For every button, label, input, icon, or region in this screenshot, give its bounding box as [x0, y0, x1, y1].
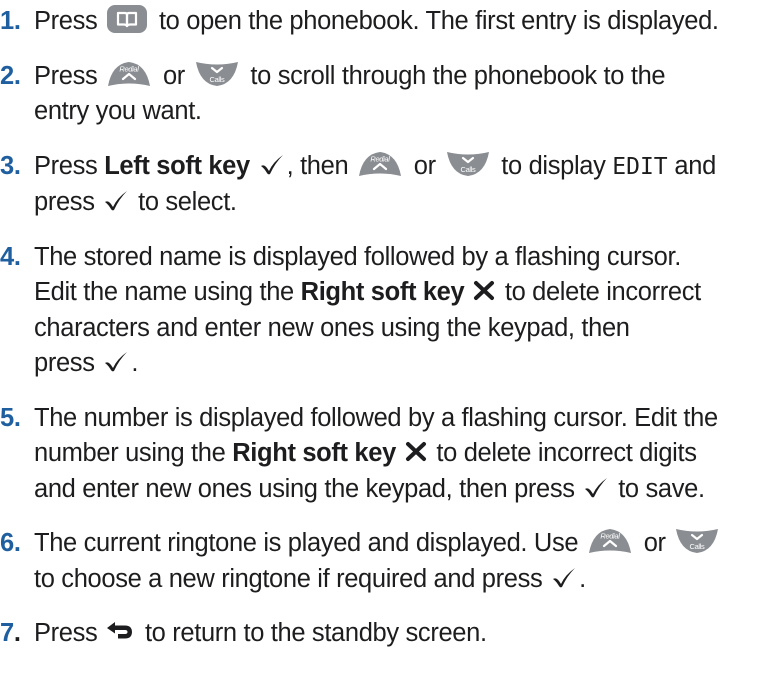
- step-text: to delete incorrect digits: [436, 439, 697, 467]
- step-2: 2. Press Redial or Calls to scroll throu…: [0, 59, 774, 130]
- redial-up-key-icon: Redial: [357, 149, 403, 179]
- check-icon: [583, 475, 609, 499]
- step-number: 5.: [0, 403, 21, 432]
- step-text: characters and enter new ones using the …: [34, 313, 630, 342]
- step-text: entry you want.: [34, 97, 202, 125]
- svg-text:Calls: Calls: [209, 75, 225, 84]
- step-text: .: [579, 564, 586, 593]
- step-number: 7.: [0, 619, 21, 647]
- step-text: Press: [34, 7, 98, 35]
- svg-text:Redial: Redial: [600, 532, 620, 541]
- redial-up-key-icon: Redial: [587, 526, 633, 556]
- cross-icon: [473, 279, 495, 301]
- step-5: 5. The number is displayed followed by a…: [0, 401, 774, 508]
- step-text: number using the: [34, 439, 226, 467]
- step-text: to scroll through the phonebook to the: [250, 61, 666, 90]
- calls-down-key-icon: Calls: [674, 526, 720, 556]
- right-soft-key-label: Right soft key: [232, 439, 396, 467]
- check-icon: [103, 188, 129, 212]
- step-text: Press: [34, 61, 98, 90]
- step-number: 3.: [0, 151, 21, 180]
- step-text: and enter new ones using the keypad, the…: [34, 474, 575, 503]
- step-text: to display: [501, 151, 606, 180]
- step-number: 2.: [0, 61, 21, 90]
- svg-text:Redial: Redial: [370, 154, 390, 163]
- step-number: 4.: [0, 242, 21, 271]
- step-4: 4. The stored name is displayed followed…: [0, 240, 774, 382]
- calls-down-key-icon: Calls: [445, 149, 491, 179]
- step-text: or: [413, 151, 436, 180]
- step-text: .: [131, 349, 139, 377]
- svg-text:Redial: Redial: [120, 64, 140, 73]
- step-text: or: [643, 529, 666, 557]
- step-text: Edit the name using the: [34, 278, 294, 306]
- step-text: press: [34, 349, 95, 377]
- check-icon: [551, 565, 577, 589]
- phonebook-key-icon: [106, 4, 148, 34]
- step-text: , then: [286, 151, 349, 180]
- step-text: The current ringtone is played and displ…: [34, 529, 579, 557]
- step-number-digit: 7: [0, 619, 14, 647]
- right-soft-key-label: Right soft key: [300, 278, 465, 306]
- step-number: 6.: [0, 529, 21, 557]
- step-number: 1.: [0, 7, 21, 35]
- step-text: press: [34, 188, 95, 216]
- step-6: 6. The current ringtone is played and di…: [0, 526, 774, 597]
- step-text: or: [162, 61, 185, 90]
- step-text: Press: [34, 619, 98, 647]
- step-text: Press: [34, 151, 98, 180]
- step-text: to delete incorrect: [504, 278, 701, 306]
- step-3: 3. Press Left soft key , then Redial or …: [0, 149, 774, 221]
- svg-text:Calls: Calls: [460, 165, 476, 174]
- step-text: to open the phonebook. The first entry i…: [158, 7, 719, 35]
- step-text: to save.: [618, 474, 705, 503]
- left-soft-key-label: Left soft key: [104, 151, 250, 180]
- step-text: to choose a new ringtone if required and…: [34, 564, 543, 593]
- instruction-list: 1. Press to open the phonebook. The firs…: [0, 4, 774, 671]
- check-icon: [103, 349, 129, 373]
- calls-down-key-icon: Calls: [194, 59, 240, 89]
- step-text: and: [674, 151, 716, 180]
- cross-icon: [405, 440, 427, 462]
- step-text: The number is displayed followed by a fl…: [34, 403, 718, 432]
- svg-text:Calls: Calls: [690, 542, 706, 551]
- step-1: 1. Press to open the phonebook. The firs…: [0, 4, 774, 40]
- back-arrow-icon: [105, 620, 135, 642]
- step-text: to return to the standby screen.: [144, 619, 487, 647]
- check-icon: [259, 152, 285, 176]
- step-7: 7. Press to return to the standby screen…: [0, 616, 774, 652]
- display-text-edit: EDIT: [612, 153, 668, 180]
- step-text: to select.: [138, 188, 237, 216]
- step-text: The stored name is displayed followed by…: [34, 242, 681, 271]
- redial-up-key-icon: Redial: [106, 59, 152, 89]
